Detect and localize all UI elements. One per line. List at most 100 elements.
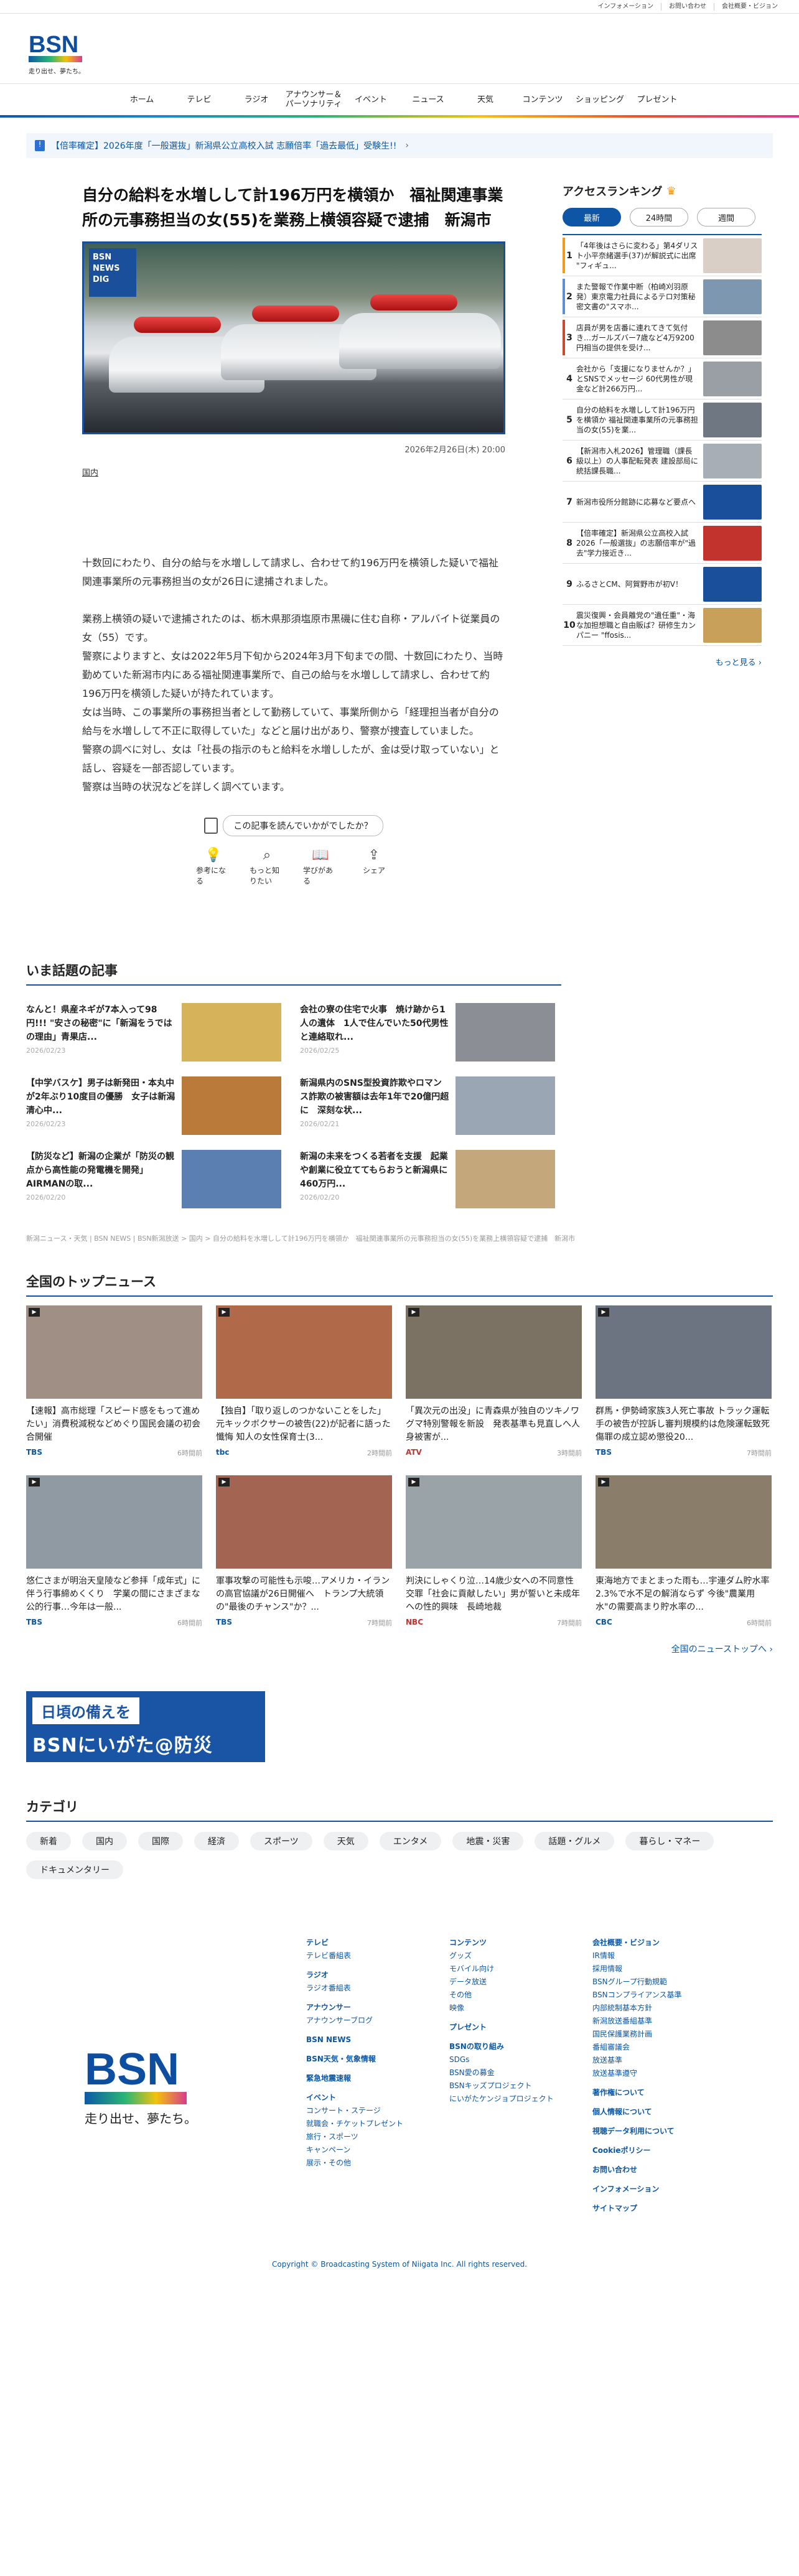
trending-thumbnail[interactable]: [456, 1076, 555, 1135]
news-card[interactable]: ▶ 悠仁さまが明治天皇陵など参拝「成年式」に伴う行事締めくくり 学業の間にさまざま…: [26, 1475, 202, 1628]
news-card[interactable]: ▶ 「異次元の出没」に青森県が独自のツキノワグマ特別警報を新設 発表基準も見直しへ…: [406, 1305, 582, 1458]
footer-link[interactable]: グッズ: [449, 1949, 554, 1962]
news-title[interactable]: 群馬・伊勢崎家族3人死亡事故 トラック運転手の被告が控訴し審判規模約は危険運転致…: [596, 1405, 772, 1444]
footer-link[interactable]: モバイル向け: [449, 1962, 554, 1976]
footer-link[interactable]: 番組審議会: [592, 2041, 682, 2054]
rank-thumbnail[interactable]: [703, 566, 762, 602]
ranking-item[interactable]: 3 店員が男を店番に連れてきて気付き…ガールズバー7歳など4万9200円相当の提供…: [563, 317, 762, 358]
footer-link[interactable]: 放送基準遵守: [592, 2067, 682, 2080]
category-chip[interactable]: 暮らし・マネー: [625, 1832, 714, 1850]
feedback-learn-button[interactable]: 📖 学びがある: [303, 847, 338, 886]
notice-text[interactable]: 【倍率確定】2026年度「一般選抜」新潟県公立高校入試 志願倍率「過去最低」受験…: [51, 139, 396, 152]
footer-heading-link[interactable]: インフォメーション: [592, 2183, 682, 2196]
footer-link[interactable]: キャンペーン: [306, 2144, 403, 2157]
footer-heading-link[interactable]: 個人情報について: [592, 2106, 682, 2119]
rank-title[interactable]: 店員が男を店番に連れてきて気付き…ガールズバー7歳など4万9200円相当の提供を…: [576, 323, 703, 353]
trending-thumbnail[interactable]: [182, 1003, 281, 1062]
trending-item[interactable]: なんと！県産ネギが7本入って98円!!! "安さの秘密"に「新潟をうではの理由」…: [26, 1003, 287, 1063]
nav-contents[interactable]: コンテンツ: [514, 84, 571, 115]
footer-heading-link[interactable]: 著作権について: [592, 2086, 682, 2099]
news-thumbnail[interactable]: ▶: [596, 1475, 772, 1569]
footer-link[interactable]: BSNキッズプロジェクト: [449, 2079, 554, 2093]
news-card[interactable]: ▶ 判決にしゃくり泣…14歳少女への不同意性交罪「社会に貢献したい」男が誓いと未成…: [406, 1475, 582, 1628]
article-category[interactable]: 国内: [82, 466, 499, 478]
nav-news[interactable]: ニュース: [400, 84, 457, 115]
footer-heading-link[interactable]: 緊急地震速報: [306, 2072, 403, 2085]
bsn-logo[interactable]: BSN 走り出せ、夢たち。: [26, 26, 86, 81]
category-chip[interactable]: スポーツ: [250, 1832, 312, 1850]
rank-thumbnail[interactable]: [703, 361, 762, 396]
feedback-more-button[interactable]: ⌕ もっと知りたい: [250, 847, 284, 886]
footer-heading-link[interactable]: コンテンツ: [449, 1936, 554, 1949]
footer-link[interactable]: データ放送: [449, 1976, 554, 1989]
rank-thumbnail[interactable]: [703, 525, 762, 561]
footer-link[interactable]: 内部統制基本方針: [592, 2002, 682, 2015]
footer-heading-link[interactable]: テレビ: [306, 1936, 403, 1949]
footer-link[interactable]: アナウンサーブログ: [306, 2014, 403, 2027]
footer-link[interactable]: 展示・その他: [306, 2157, 403, 2170]
category-chip[interactable]: 天気: [323, 1832, 368, 1850]
nav-tv[interactable]: テレビ: [171, 84, 228, 115]
rank-title[interactable]: 震災復興・会員離党の"遺任重"・海な加担想職と自由販ば？研修生カンパニー "ff…: [576, 610, 703, 640]
footer-heading-link[interactable]: Cookieポリシー: [592, 2144, 682, 2157]
nav-home[interactable]: ホーム: [113, 84, 171, 115]
category-chip[interactable]: 経済: [194, 1832, 239, 1850]
category-chip[interactable]: 新着: [26, 1832, 71, 1850]
news-thumbnail[interactable]: ▶: [26, 1305, 202, 1399]
all-news-link[interactable]: 全国のニューストップへ ›: [0, 1643, 799, 1655]
nav-present[interactable]: プレゼント: [628, 84, 686, 115]
footer-bsn-logo[interactable]: BSN 走り出せ、夢たち。: [81, 2036, 193, 2142]
rank-thumbnail[interactable]: [703, 320, 762, 355]
notice-banner[interactable]: ! 【倍率確定】2026年度「一般選抜」新潟県公立高校入試 志願倍率「過去最低」…: [26, 133, 773, 158]
footer-heading-link[interactable]: 視聴データ利用について: [592, 2125, 682, 2138]
footer-link[interactable]: コンサート・ステージ: [306, 2104, 403, 2117]
ranking-item[interactable]: 7 新潟市役所分館跡に応募など要点へ: [563, 482, 762, 523]
category-chip[interactable]: 話題・グルメ: [535, 1832, 615, 1850]
trending-item[interactable]: 新潟県内のSNS型投資詐欺やロマンス詐欺の被害額は去年1年で20億円超に 深刻な…: [300, 1076, 561, 1136]
category-chip[interactable]: 国内: [82, 1832, 127, 1850]
utility-link-company[interactable]: 会社概要・ビジョン: [714, 2, 785, 11]
trending-item[interactable]: 会社の寮の住宅で火事 焼け跡から1人の遺体 1人で住んでいた50代男性と連絡取れ…: [300, 1003, 561, 1063]
rank-title[interactable]: 会社から「支援になりませんか？」とSNSでメッセージ 60代男性が現金など計26…: [576, 364, 703, 394]
ranking-item[interactable]: 4 会社から「支援になりませんか？」とSNSでメッセージ 60代男性が現金など計2…: [563, 358, 762, 399]
trending-title[interactable]: なんと！県産ネギが7本入って98円!!! "安さの秘密"に「新潟をうではの理由」…: [26, 1003, 175, 1044]
rank-title[interactable]: 【倍率確定】新潟県公立高校入試2026「一般選抜」の志願倍率が"過去"学力接近き…: [576, 528, 703, 558]
news-thumbnail[interactable]: ▶: [216, 1475, 392, 1569]
ranking-item[interactable]: 5 自分の給料を水増しして計196万円を横領か 福祉関連事業所の元事務担当の女(5…: [563, 399, 762, 441]
trending-thumbnail[interactable]: [182, 1150, 281, 1208]
rank-title[interactable]: ふるさとCM、阿賀野市が初V！: [576, 579, 703, 589]
footer-link[interactable]: SDGs: [449, 2053, 554, 2066]
footer-link[interactable]: BSNグループ行動規範: [592, 1976, 682, 1989]
rank-title[interactable]: 【新潟市入札2026】管理職（課長級以上）の人事配転発表 建設部局に統括課長職.…: [576, 446, 703, 476]
footer-link[interactable]: 採用情報: [592, 1962, 682, 1976]
utility-link-contact[interactable]: お問い合わせ: [661, 2, 714, 11]
share-button[interactable]: ⇪ シェア: [357, 847, 391, 886]
footer-heading-link[interactable]: ラジオ: [306, 1969, 403, 1982]
ranking-item[interactable]: 8 【倍率確定】新潟県公立高校入試2026「一般選抜」の志願倍率が"過去"学力接近…: [563, 523, 762, 564]
news-title[interactable]: 悠仁さまが明治天皇陵など参拝「成年式」に伴う行事締めくくり 学業の間にさまざまな…: [26, 1575, 202, 1614]
tab-24h[interactable]: 24時間: [630, 208, 688, 226]
footer-heading-link[interactable]: イベント: [306, 2091, 403, 2104]
rank-thumbnail[interactable]: [703, 279, 762, 314]
footer-link[interactable]: にいがたケンジョプロジェクト: [449, 2093, 554, 2106]
news-thumbnail[interactable]: ▶: [26, 1475, 202, 1569]
trending-title[interactable]: 新潟の未来をつくる若者を支援 起業や創業に役立ててもらおうと新潟県に460万円.…: [300, 1150, 449, 1191]
rank-thumbnail[interactable]: [703, 484, 762, 520]
nav-weather[interactable]: 天気: [457, 84, 514, 115]
news-thumbnail[interactable]: ▶: [596, 1305, 772, 1399]
trending-title[interactable]: 会社の寮の住宅で火事 焼け跡から1人の遺体 1人で住んでいた50代男性と連絡取れ…: [300, 1003, 449, 1044]
tab-weekly[interactable]: 週間: [697, 208, 755, 226]
nav-announcer[interactable]: アナウンサー＆ パーソナリティ: [285, 84, 342, 115]
trending-item[interactable]: 【防災など】新潟の企業が「防災の観点から高性能の発電機を開発」AIRMANの取.…: [26, 1150, 287, 1210]
trending-title[interactable]: 【防災など】新潟の企業が「防災の観点から高性能の発電機を開発」AIRMANの取.…: [26, 1150, 175, 1191]
news-card[interactable]: ▶ 軍事攻撃の可能性も示唆…アメリカ・イランの高官協議が26日開催へ トランプ大統…: [216, 1475, 392, 1628]
ranking-item[interactable]: 2 また警報で作業中断（柏崎刈羽原発）東京電力社員によるテロ対策秘密文書の"スマホ…: [563, 276, 762, 317]
trending-thumbnail[interactable]: [182, 1076, 281, 1135]
news-title[interactable]: 軍事攻撃の可能性も示唆…アメリカ・イランの高官協議が26日開催へ トランプ大統領…: [216, 1575, 392, 1614]
news-title[interactable]: 【速報】高市総理「スピード感をもって進めたい」消費税減税などめぐり国民会議の初会…: [26, 1405, 202, 1444]
trending-item[interactable]: 【中学バスケ】男子は新発田・本丸中が2年ぶり10度目の優勝 女子は新潟清心中..…: [26, 1076, 287, 1136]
footer-link[interactable]: 国民保護業務計画: [592, 2028, 682, 2041]
footer-link[interactable]: 放送基準: [592, 2054, 682, 2067]
footer-link[interactable]: その他: [449, 1989, 554, 2002]
rank-title[interactable]: 新潟市役所分館跡に応募など要点へ: [576, 497, 703, 507]
